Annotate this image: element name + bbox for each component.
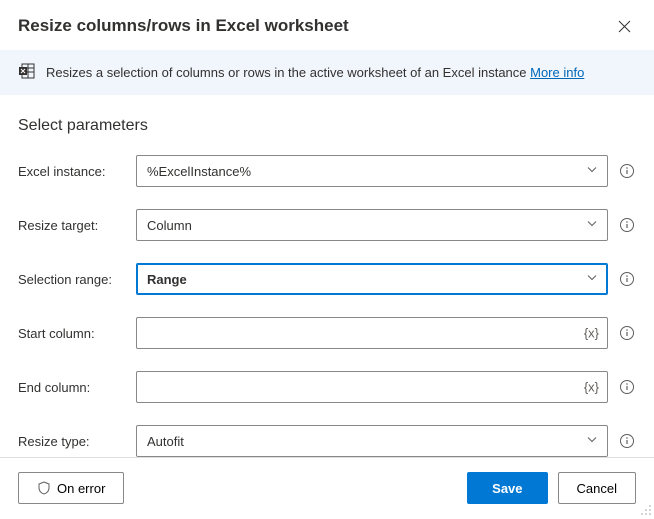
close-button[interactable] xyxy=(612,14,636,38)
dialog-footer: On error Save Cancel xyxy=(0,457,654,518)
label-start-column: Start column: xyxy=(18,326,136,341)
label-resize-type: Resize type: xyxy=(18,434,136,449)
more-info-link[interactable]: More info xyxy=(530,65,584,80)
cancel-button[interactable]: Cancel xyxy=(558,472,636,504)
label-selection-range: Selection range: xyxy=(18,272,136,287)
chevron-down-icon xyxy=(586,164,598,179)
save-label: Save xyxy=(492,481,522,496)
cancel-label: Cancel xyxy=(577,481,617,496)
chevron-down-icon xyxy=(586,434,598,449)
dropdown-selection-range[interactable]: Range xyxy=(136,263,608,295)
info-icon[interactable] xyxy=(618,378,636,396)
on-error-label: On error xyxy=(57,481,105,496)
info-icon[interactable] xyxy=(618,162,636,180)
banner-text: Resizes a selection of columns or rows i… xyxy=(46,65,584,80)
info-icon[interactable] xyxy=(618,270,636,288)
banner-description: Resizes a selection of columns or rows i… xyxy=(46,65,530,80)
dropdown-resize-target[interactable]: Column xyxy=(136,209,608,241)
field-resize-target: Resize target: Column xyxy=(18,209,636,241)
field-start-column: Start column: {x} xyxy=(18,317,636,349)
dropdown-value: Column xyxy=(147,218,192,233)
dropdown-resize-type[interactable]: Autofit xyxy=(136,425,608,457)
field-excel-instance: Excel instance: %ExcelInstance% xyxy=(18,155,636,187)
section-title: Select parameters xyxy=(18,117,636,135)
close-icon xyxy=(618,20,631,33)
variable-picker-icon[interactable]: {x} xyxy=(584,380,599,395)
dropdown-value: %ExcelInstance% xyxy=(147,164,251,179)
dropdown-value: Range xyxy=(147,272,187,287)
info-icon[interactable] xyxy=(618,324,636,342)
dropdown-value: Autofit xyxy=(147,434,184,449)
field-resize-type: Resize type: Autofit xyxy=(18,425,636,457)
label-end-column: End column: xyxy=(18,380,136,395)
shield-icon xyxy=(37,481,51,495)
label-excel-instance: Excel instance: xyxy=(18,164,136,179)
input-start-column[interactable]: {x} xyxy=(136,317,608,349)
variable-picker-icon[interactable]: {x} xyxy=(584,326,599,341)
dialog-header: Resize columns/rows in Excel worksheet xyxy=(0,0,654,50)
dialog-title: Resize columns/rows in Excel worksheet xyxy=(18,16,349,36)
dialog-body: Select parameters Excel instance: %Excel… xyxy=(0,95,654,489)
excel-icon xyxy=(18,62,36,83)
field-end-column: End column: {x} xyxy=(18,371,636,403)
chevron-down-icon xyxy=(586,272,598,287)
info-banner: Resizes a selection of columns or rows i… xyxy=(0,50,654,95)
dropdown-excel-instance[interactable]: %ExcelInstance% xyxy=(136,155,608,187)
info-icon[interactable] xyxy=(618,216,636,234)
save-button[interactable]: Save xyxy=(467,472,547,504)
chevron-down-icon xyxy=(586,218,598,233)
on-error-button[interactable]: On error xyxy=(18,472,124,504)
info-icon[interactable] xyxy=(618,432,636,450)
field-selection-range: Selection range: Range xyxy=(18,263,636,295)
resize-handle[interactable] xyxy=(640,504,652,516)
label-resize-target: Resize target: xyxy=(18,218,136,233)
input-end-column[interactable]: {x} xyxy=(136,371,608,403)
